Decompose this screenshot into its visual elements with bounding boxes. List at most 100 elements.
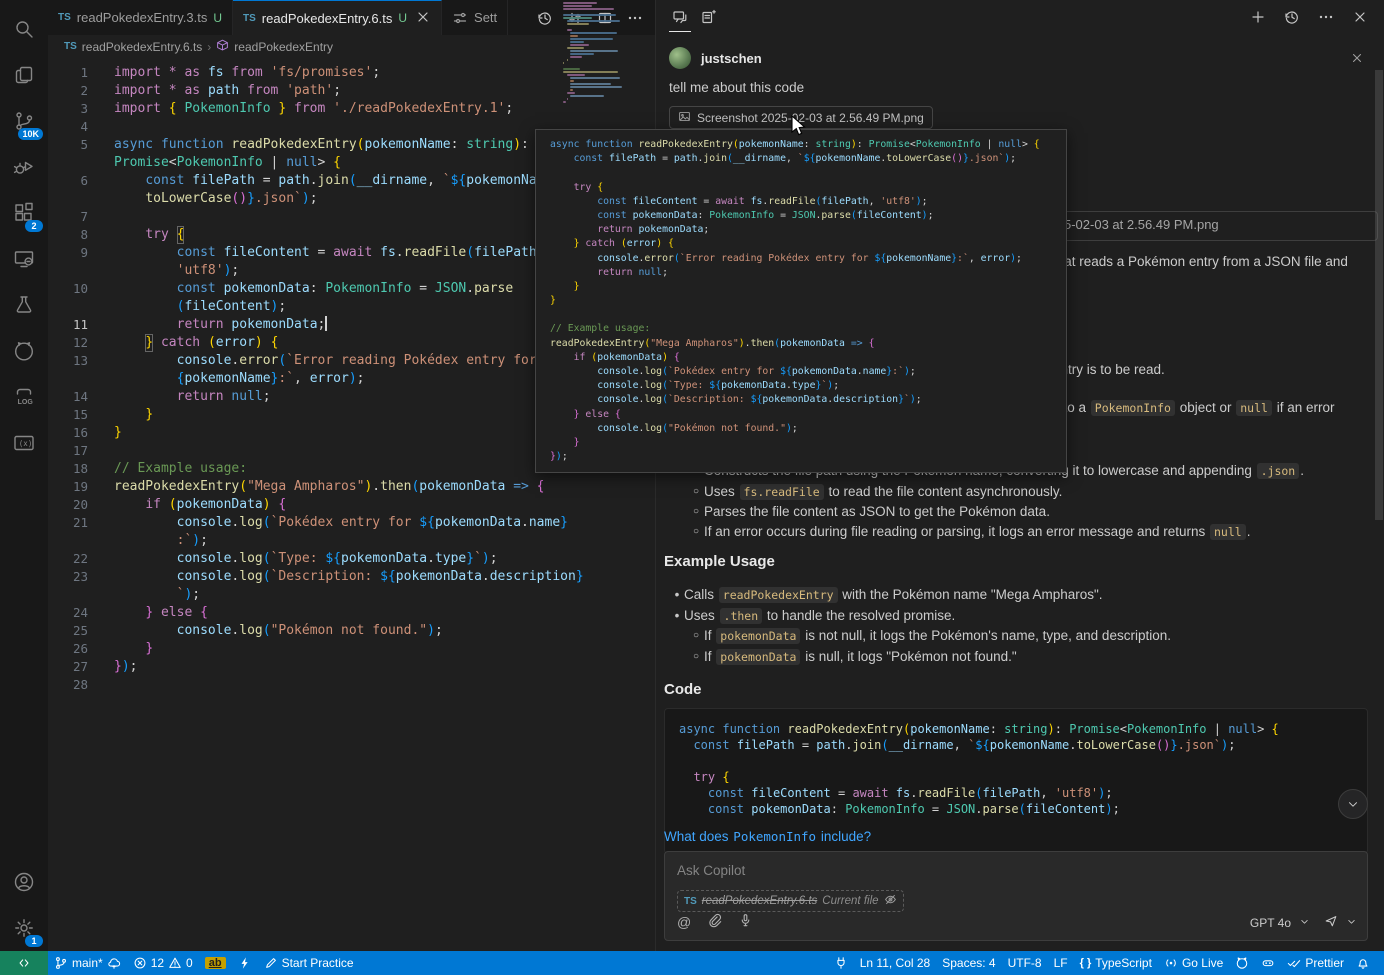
statusbar-eol[interactable]: LF [1048,951,1074,975]
chat-input-box[interactable]: Ask Copilot TS readPokedexEntry.6.ts Cur… [664,851,1368,941]
activity-item-source-control[interactable]: 10K [0,98,48,144]
inline-code-chip: PokemonInfo [1091,400,1175,416]
code-line: const pokemonData: PokemonInfo = JSON.pa… [679,801,1353,817]
model-picker[interactable]: GPT 4o [1250,916,1291,930]
statusbar-problems[interactable]: 120 [127,951,199,975]
eye-off-icon[interactable] [884,893,897,909]
input-right-toolbar: GPT 4o [1250,914,1357,931]
vscode-window: 10K 2 LOG (x) 1 TS readPokedexEntry.3.ts U T… [0,0,1384,975]
activity-item-testing[interactable] [0,282,48,328]
send-button[interactable] [1324,914,1338,931]
activity-item-settings[interactable]: 1 [0,905,48,951]
code-line [550,308,1066,322]
list-item: ○Parses the file content as JSON to get … [656,502,1376,522]
tab-settings[interactable]: Sett [442,0,508,35]
activity-item-explorer-copy[interactable] [0,52,48,98]
statusbar-power[interactable] [232,951,258,975]
statusbar-encoding[interactable]: UTF-8 [1002,951,1048,975]
statusbar-remote[interactable] [0,951,48,975]
context-file-name: readPokedexEntry.6.ts [702,895,818,907]
inline-code-chip: .json [1257,463,1300,479]
statusbar-git-branch[interactable]: main* [48,951,127,975]
code-heading: Code [664,681,702,698]
followup-suggestion-link[interactable]: What does PokemonInfo include? [664,829,871,844]
bullet-marker: ○ [688,647,704,668]
more-actions-icon[interactable] [1312,2,1340,32]
attach-file-icon[interactable] [707,913,722,931]
statusbar-language-mode[interactable]: { }TypeScript [1074,951,1158,975]
git-status-letter: U [213,11,222,25]
code-line: 25 console.log("Pokémon not found."); [48,622,655,640]
statusbar-start-practice[interactable]: Start Practice [258,951,360,975]
activity-item-remote-explorer[interactable] [0,236,48,282]
chat-scrollbar[interactable] [1375,70,1383,520]
statusbar-spell-check[interactable]: ab [199,951,232,975]
scroll-to-bottom-button[interactable] [1338,789,1368,819]
attachment-hover-preview: async function readPokedexEntry(pokemonN… [535,129,1067,473]
badge: 2 [25,220,43,232]
code-line: 24 } else { [48,604,655,622]
mention-icon[interactable]: @ [677,914,691,930]
input-toolbar: @ [677,913,753,931]
statusbar-cursor-position[interactable]: Ln 11, Col 28 [854,951,937,975]
timeline-history-icon[interactable] [537,10,553,26]
chevron-down-icon[interactable] [1299,916,1310,930]
activity-item-accounts[interactable] [0,859,48,905]
code-line: try { [550,181,1066,195]
ts-file-icon: TS [58,12,71,23]
tab-readpokedexentry-3[interactable]: TS readPokedexEntry.3.ts U [48,0,233,35]
code-line: } catch (error) { [550,237,1066,251]
list-item: ○Uses fs.readFile to read the file conte… [656,482,1376,503]
code-line: if (pokemonData) { [550,351,1066,365]
bullet-marker: • [670,606,684,627]
statusbar-notifications[interactable] [1350,951,1376,975]
git-status-letter: U [398,11,407,25]
activity-item-snippets[interactable]: (x) [0,420,48,466]
microphone-icon[interactable] [738,913,753,931]
close-panel-icon[interactable] [1346,2,1374,32]
statusbar-go-live[interactable]: Go Live [1158,951,1229,975]
ts-file-icon: TS [243,13,256,24]
inline-code-chip: PokemonInfo [733,829,816,844]
chat-view-icon[interactable] [666,2,694,32]
close-icon[interactable] [415,9,431,28]
statusbar-github-status[interactable] [1229,951,1255,975]
user-name: justschen [701,51,762,66]
activity-item-github[interactable] [0,328,48,374]
code-line: return null; [550,266,1066,280]
list-item: ○If pokemonData is not null, it logs the… [656,626,1376,647]
attachment-name: Screenshot 2025-02-03 at 2.56.49 PM.png [697,111,924,125]
breadcrumb-symbol[interactable]: readPokedexEntry [234,40,333,54]
activity-item-run-debug[interactable] [0,144,48,190]
chat-input-placeholder: Ask Copilot [677,863,745,878]
statusbar-prettier[interactable]: Prettier [1281,951,1350,975]
bullet-marker: ○ [688,502,704,522]
activity-item-output-log[interactable]: LOG [0,374,48,420]
code-line: // Example usage: [550,322,1066,336]
breadcrumb-file[interactable]: readPokedexEntry.6.ts [82,40,203,54]
response-text-fragment: s to a PokemonInfo object or null if an … [1053,400,1334,415]
inline-code-chip: pokemonData [716,628,800,644]
new-chat-icon[interactable] [1244,2,1272,32]
image-icon [678,110,691,126]
code-line: 23 console.log(`Description: ${pokemonDa… [48,568,655,586]
edit-session-icon[interactable] [694,2,722,32]
activity-item-search[interactable] [0,6,48,52]
code-line: const fileContent = await fs.readFile(fi… [679,785,1353,801]
statusbar-ports[interactable] [828,951,854,975]
chevron-down-icon[interactable] [1346,916,1357,930]
statusbar-indentation[interactable]: Spaces: 4 [936,951,1001,975]
tab-label: Sett [474,10,497,25]
inline-code-chip: null [1236,400,1272,416]
bullet-marker: ○ [688,522,704,543]
code-line: 19readPokedexEntry("Mega Ampharos").then… [48,478,655,496]
chat-history-icon[interactable] [1278,2,1306,32]
activity-item-extensions[interactable]: 2 [0,190,48,236]
context-file-chip[interactable]: TS readPokedexEntry.6.ts Current file [677,890,904,912]
list-item: ○If pokemonData is null, it logs "Pokémo… [656,647,1376,668]
statusbar-copilot-status[interactable] [1255,951,1281,975]
response-text-fragment: that reads a Pokémon entry from a JSON f… [1053,254,1348,269]
svg-text:(x): (x) [19,439,33,448]
remove-message-icon[interactable] [1350,51,1364,68]
tab-readpokedexentry-6[interactable]: TS readPokedexEntry.6.ts U [233,0,442,35]
